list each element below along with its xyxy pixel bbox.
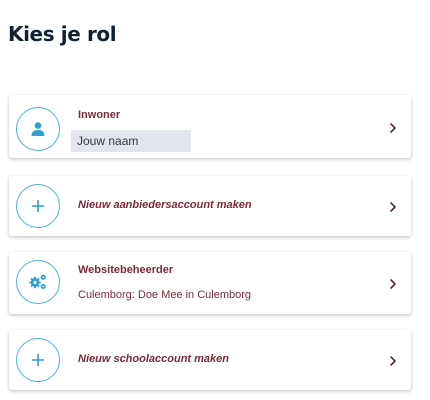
chevron-right-icon (388, 200, 398, 212)
name-field[interactable]: Jouw naam (71, 130, 191, 152)
role-card-new-provider-account[interactable]: Nieuw aanbiedersaccount maken (9, 176, 411, 236)
role-avatar (16, 107, 60, 151)
gears-icon (28, 273, 48, 291)
chevron-right-icon (388, 354, 398, 366)
role-avatar (16, 260, 60, 304)
user-icon (30, 121, 46, 137)
role-avatar (16, 338, 60, 382)
role-card-website-admin[interactable]: Websitebeheerder Culemborg: Doe Mee in C… (9, 252, 411, 314)
role-title: Nieuw aanbiedersaccount maken (78, 199, 252, 211)
role-title: Nieuw schoolaccount maken (78, 353, 229, 365)
chevron-right-icon (388, 277, 398, 289)
role-selection-page: Kies je rol Inwoner Jouw naam Nieuw aanb… (0, 0, 430, 400)
role-subtitle: Culemborg: Doe Mee in Culemborg (78, 289, 252, 301)
role-title: Inwoner (78, 109, 121, 121)
plus-icon (31, 353, 45, 367)
role-title: Websitebeheerder (78, 264, 174, 276)
role-card-inwoner[interactable]: Inwoner Jouw naam (9, 95, 411, 158)
chevron-right-icon (388, 121, 398, 133)
plus-icon (31, 199, 45, 213)
role-avatar (16, 184, 60, 228)
role-card-new-school-account[interactable]: Nieuw schoolaccount maken (9, 330, 411, 390)
page-title: Kies je rol (8, 22, 117, 46)
